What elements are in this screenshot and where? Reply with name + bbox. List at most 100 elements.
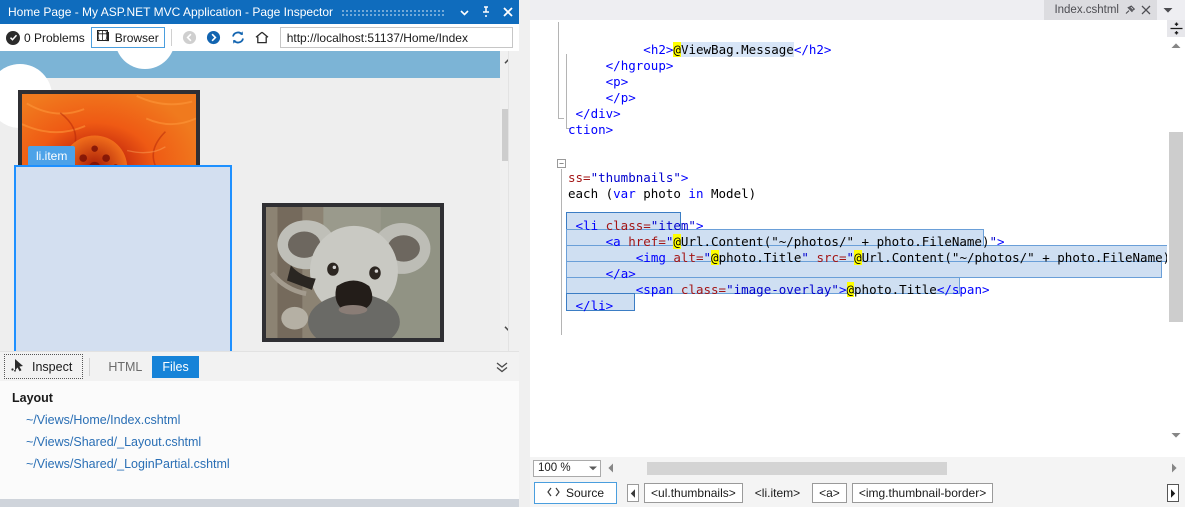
code-line: </p> <box>606 90 636 106</box>
code-token: @ <box>673 234 681 249</box>
chevron-down-icon[interactable] <box>589 462 597 474</box>
editor-scroll-thumb[interactable] <box>1169 132 1183 322</box>
zoom-level-value: 100 % <box>538 462 571 474</box>
code-token: <p> <box>606 74 629 89</box>
address-text: http://localhost:51137/Home/Index <box>287 31 468 45</box>
source-button[interactable]: Source <box>534 482 617 504</box>
browser-button[interactable]: Browser <box>91 27 165 48</box>
code-line: <li class="item"> <box>576 218 704 234</box>
editor-horizontal-scrollbar[interactable] <box>603 460 1185 477</box>
pin-icon[interactable] <box>1125 5 1135 16</box>
code-token: " <box>847 250 855 265</box>
code-token: </span> <box>937 282 990 297</box>
tab-html[interactable]: HTML <box>98 356 152 378</box>
code-line: <h2>@ViewBag.Message</h2> <box>643 42 831 58</box>
files-pane: Layout ~/Views/Home/Index.cshtml ~/Views… <box>0 381 519 499</box>
code-lines[interactable]: <h2>@ViewBag.Message</h2></hgroup><p></p… <box>530 20 1167 457</box>
code-token: @ <box>847 282 855 297</box>
code-token: > <box>696 218 704 233</box>
browser-icon <box>97 30 111 46</box>
tab-files[interactable]: Files <box>152 356 198 378</box>
close-icon[interactable] <box>1141 5 1151 15</box>
code-line: ction> <box>568 122 613 138</box>
code-line: </hgroup> <box>606 58 674 74</box>
file-link[interactable]: ~/Views/Shared/_LoginPartial.cshtml <box>26 457 519 471</box>
code-token: in <box>688 186 703 201</box>
code-token: ViewBag.Message <box>681 42 794 57</box>
code-token: "thumbnails" <box>591 170 681 185</box>
breadcrumb-item-a[interactable]: <a> <box>812 483 847 503</box>
browser-toolbar: 0 Problems Browser <box>0 24 519 51</box>
hscroll-track[interactable] <box>617 462 1167 475</box>
browser-viewport[interactable]: li.item <box>0 51 500 351</box>
pin-icon[interactable] <box>475 0 497 24</box>
inspector-highlight-box[interactable] <box>14 165 232 351</box>
chevron-down-icon[interactable] <box>1159 0 1177 20</box>
file-link[interactable]: ~/Views/Home/Index.cshtml <box>26 413 519 427</box>
code-token: <li <box>576 218 606 233</box>
address-bar[interactable]: http://localhost:51137/Home/Index <box>280 27 513 48</box>
problems-label: 0 Problems <box>24 31 85 45</box>
window-title: Home Page - My ASP.NET MVC Application -… <box>8 5 333 19</box>
thumbnail-koala[interactable] <box>262 203 444 342</box>
code-token: > <box>997 234 1005 249</box>
code-token: </h2> <box>794 42 832 57</box>
scroll-up-icon[interactable] <box>1167 37 1185 53</box>
code-line: <span class="image-overlay">@photo.Title… <box>636 282 990 298</box>
cursor-icon <box>11 358 26 375</box>
code-line: ss="thumbnails"> <box>568 170 688 186</box>
code-token: photo.Title <box>719 250 802 265</box>
code-text-area[interactable]: − <h2>@ViewBag.Message</h2></hgroup><p><… <box>530 20 1167 457</box>
code-token: @ <box>854 250 862 265</box>
minimize-icon[interactable] <box>453 0 475 24</box>
inspector-tabs-bar: Inspect HTML Files <box>0 351 519 381</box>
hscroll-thumb[interactable] <box>647 462 947 475</box>
file-link[interactable]: ~/Views/Shared/_Layout.cshtml <box>26 435 519 449</box>
forward-arrow-icon[interactable] <box>202 27 226 49</box>
split-view-icon[interactable] <box>1167 20 1185 37</box>
code-token: @ <box>673 42 681 57</box>
preview-right-edge <box>508 51 519 351</box>
code-token: <img <box>636 250 674 265</box>
editor-tab-index-cshtml[interactable]: Index.cshtml <box>1044 0 1157 20</box>
browser-label: Browser <box>115 31 159 45</box>
code-token: Url.Content("~/photos/" + photo.FileName… <box>862 250 1167 265</box>
koala-image <box>266 207 440 338</box>
toolbar-divider <box>171 29 172 46</box>
breadcrumb-scroll-left-icon[interactable] <box>627 484 639 502</box>
code-token: src= <box>816 250 846 265</box>
breadcrumb-item-li-item[interactable]: <li.item> <box>748 483 807 503</box>
breadcrumb-scroll-right-icon[interactable] <box>1167 484 1179 502</box>
scroll-left-icon[interactable] <box>603 460 617 477</box>
editor-vertical-scrollbar[interactable] <box>1167 20 1185 457</box>
code-token: Url.Content("~/photos/" + photo.FileName… <box>681 234 990 249</box>
code-token: " <box>801 250 816 265</box>
breadcrumb-item-img-thumbnail-border[interactable]: <img.thumbnail-border> <box>852 483 993 503</box>
back-arrow-icon[interactable] <box>178 27 202 49</box>
code-token: " <box>989 234 997 249</box>
code-token: alt= <box>673 250 703 265</box>
code-token: </li> <box>576 298 614 313</box>
window-title-bar: Home Page - My ASP.NET MVC Application -… <box>0 0 519 24</box>
check-icon <box>6 31 20 45</box>
close-icon[interactable] <box>497 0 519 24</box>
inspect-label: Inspect <box>32 360 72 374</box>
home-icon[interactable] <box>250 27 274 49</box>
code-token: ss= <box>568 170 591 185</box>
inspector-element-badge: li.item <box>28 146 75 165</box>
code-token: var <box>613 186 636 201</box>
scroll-down-icon[interactable] <box>1167 427 1185 443</box>
angle-brackets-icon <box>547 486 560 500</box>
problems-indicator[interactable]: 0 Problems <box>4 31 91 45</box>
scroll-right-icon[interactable] <box>1167 460 1181 477</box>
inspect-button[interactable]: Inspect <box>4 354 83 379</box>
code-token: <a <box>606 234 629 249</box>
code-line: </li> <box>576 298 614 314</box>
page-header-band <box>0 51 500 78</box>
refresh-icon[interactable] <box>226 27 250 49</box>
pane-splitter[interactable] <box>519 0 530 507</box>
zoom-level-select[interactable]: 100 % <box>533 460 601 477</box>
code-line: </div> <box>576 106 621 122</box>
breadcrumb-item-ul-thumbnails[interactable]: <ul.thumbnails> <box>644 483 743 503</box>
chevron-double-down-icon[interactable] <box>495 361 509 373</box>
